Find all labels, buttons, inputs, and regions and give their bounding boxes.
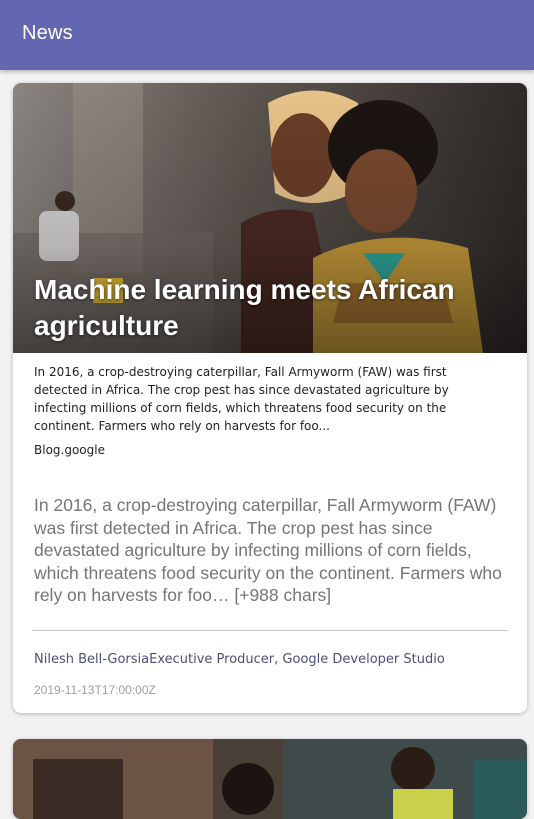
article-source: Blog.google [34,443,105,457]
article-author: Nilesh Bell-GorsiaExecutive Producer, Go… [34,652,445,667]
article-photo [13,739,527,819]
article-description: In 2016, a crop-destroying caterpillar, … [34,365,449,433]
app-title: News [22,22,73,44]
article-title[interactable]: Machine learning meets African agricultu… [34,272,504,344]
article-content: In 2016, a crop-destroying caterpillar, … [34,495,502,605]
article-date: 2019-11-13T17:00:00Z [34,683,156,697]
divider [32,630,508,631]
app-bar: News [0,0,534,70]
news-card[interactable]: Machine learning meets African agricultu… [13,83,527,713]
news-card[interactable] [13,739,527,819]
article-image: Machine learning meets African agricultu… [13,83,527,353]
